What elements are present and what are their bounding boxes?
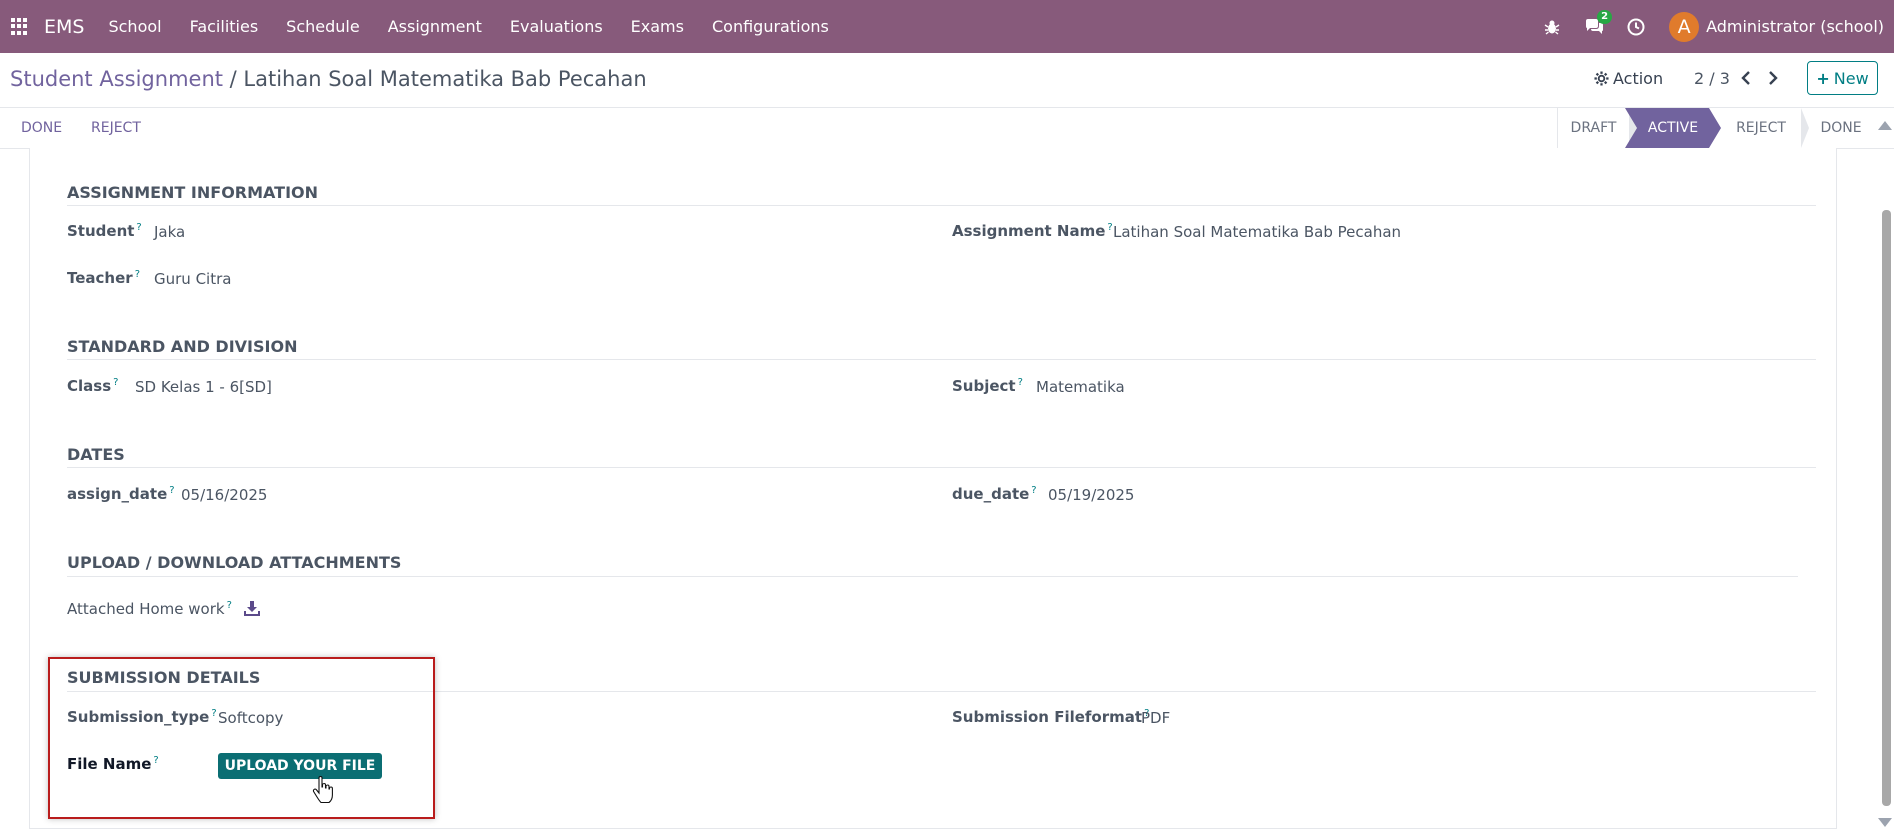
menu-item-assignment[interactable]: Assignment [374,17,496,36]
messages-chat-icon[interactable]: 2 [1583,9,1613,38]
activity-clock-icon[interactable] [1625,16,1647,38]
assignment-name-value[interactable]: Latihan Soal Matematika Bab Pecahan [1113,223,1401,241]
section-divider [67,359,1816,360]
menu-item-school[interactable]: School [94,17,175,36]
section-title-attachments: UPLOAD / DOWNLOAD ATTACHMENTS [67,553,402,572]
subject-label: Subject? [952,377,1023,395]
new-label: New [1833,68,1869,88]
menu-item-facilities[interactable]: Facilities [176,17,273,36]
due-date-label: due_date? [952,485,1037,503]
due-date-value[interactable]: 05/19/2025 [1048,486,1134,504]
class-value[interactable]: SD Kelas 1 - 6[SD] [135,378,272,396]
action-label: Action [1613,69,1664,88]
section-title-assignment-information: ASSIGNMENT INFORMATION [67,183,319,202]
breadcrumb: Student Assignment / Latihan Soal Matema… [10,67,647,91]
help-tooltip-icon[interactable]: ? [135,269,140,280]
section-title-submission-details: SUBMISSION DETAILS [67,668,261,687]
user-menu-name[interactable]: Administrator (school) [1706,17,1884,36]
class-label: Class? [67,377,119,395]
section-divider [67,576,1798,577]
help-tooltip-icon[interactable]: ? [227,600,232,611]
section-title-standard-division: STANDARD AND DIVISION [67,337,298,356]
reject-button[interactable]: REJECT [91,120,141,136]
breadcrumb-current: Latihan Soal Matematika Bab Pecahan [243,67,647,91]
menu-item-schedule[interactable]: Schedule [272,17,374,36]
pager-value[interactable]: 2 / 3 [1694,69,1730,88]
breadcrumb-parent[interactable]: Student Assignment [10,67,223,91]
section-divider [67,691,1816,692]
control-panel: Student Assignment / Latihan Soal Matema… [0,53,1894,108]
student-label: Student? [67,222,142,240]
help-tooltip-icon[interactable]: ? [1018,377,1023,388]
scrollbar-down-arrow[interactable] [1878,818,1892,827]
file-name-label: File Name? [67,755,159,773]
student-value[interactable]: Jaka [154,223,185,241]
gear-icon [1594,71,1609,86]
menu-item-evaluations[interactable]: Evaluations [496,17,617,36]
submission-type-value[interactable]: Softcopy [218,709,283,727]
stage-pipeline: DRAFT ACTIVE REJECT DONE [1557,108,1881,148]
pager-previous-icon[interactable] [1740,66,1752,90]
assignment-name-label: Assignment Name? [952,222,1113,240]
user-avatar[interactable]: A [1669,11,1700,42]
section-title-dates: DATES [67,445,125,464]
form-sheet [29,148,1837,829]
help-tooltip-icon[interactable]: ? [169,485,174,496]
help-tooltip-icon[interactable]: ? [1107,222,1112,233]
teacher-value[interactable]: Guru Citra [154,270,231,288]
messages-badge: 2 [1597,9,1613,24]
stage-reject[interactable]: REJECT [1721,108,1809,148]
assign-date-value[interactable]: 05/16/2025 [181,486,267,504]
top-navbar: EMS School Facilities Schedule Assignmen… [0,0,1894,53]
hand-pointer-cursor-icon [312,775,336,804]
upload-file-button[interactable]: UPLOAD YOUR FILE [218,753,382,779]
submission-fileformat-value[interactable]: PDF [1141,709,1170,727]
help-tooltip-icon[interactable]: ? [1031,485,1036,496]
stage-draft[interactable]: DRAFT [1557,108,1637,148]
scrollbar-up-arrow[interactable] [1878,121,1892,130]
done-button[interactable]: DONE [21,120,62,136]
submission-type-label: Submission_type? [67,708,217,726]
action-button[interactable]: Action [1594,69,1663,88]
section-divider [67,205,1816,206]
app-brand[interactable]: EMS [44,16,84,38]
help-tooltip-icon[interactable]: ? [113,377,118,388]
main-menu: School Facilities Schedule Assignment Ev… [94,17,842,36]
subject-value[interactable]: Matematika [1036,378,1125,396]
scrollbar-thumb[interactable] [1882,210,1891,806]
new-record-button[interactable]: + New [1807,61,1878,95]
attached-homework-label: Attached Home work? [67,600,232,618]
status-bar: DONE REJECT DRAFT ACTIVE REJECT DONE [0,108,1894,149]
navbar-systray: 2 A Administrator (school) [1531,0,1890,53]
assign-date-label: assign_date? [67,485,175,503]
stage-done[interactable]: DONE [1801,108,1881,148]
teacher-label: Teacher? [67,269,140,287]
apps-grid-icon[interactable] [11,17,29,36]
download-icon[interactable] [244,600,262,618]
help-tooltip-icon[interactable]: ? [136,222,141,233]
plus-icon: + [1816,68,1830,88]
help-tooltip-icon[interactable]: ? [153,755,158,766]
help-tooltip-icon[interactable]: ? [211,708,216,719]
breadcrumb-separator: / [222,67,244,91]
pager-next-icon[interactable] [1767,66,1779,90]
section-divider [67,467,1816,468]
debug-bug-icon[interactable] [1541,16,1563,38]
menu-item-exams[interactable]: Exams [617,17,698,36]
submission-fileformat-label: Submission Fileformat? [952,708,1150,726]
stage-active[interactable]: ACTIVE [1625,108,1721,148]
menu-item-configurations[interactable]: Configurations [698,17,843,36]
